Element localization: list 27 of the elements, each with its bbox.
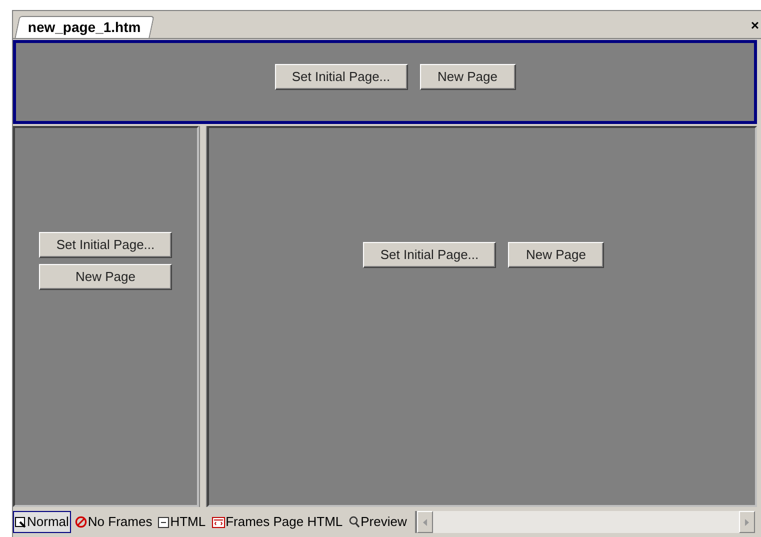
page-button[interactable]: Set Initial Page... [363,242,496,268]
close-button[interactable]: × [750,18,759,32]
right-arrow-icon [745,518,749,526]
page-button[interactable]: Set Initial Page... [274,64,408,90]
scroll-left-button[interactable] [416,511,433,533]
page-button[interactable]: Set Initial Page... [39,232,172,258]
magnifier-icon [348,516,360,528]
frame-panel[interactable]: Set Initial Page... New Page [13,40,757,124]
view-tab[interactable]: Normal [13,511,71,533]
view-tab[interactable]: Preview [346,511,409,533]
frame-panel[interactable]: Set Initial Page... New Page [207,126,757,507]
view-tab[interactable]: HTML [156,511,208,533]
page-button[interactable]: New Page [508,242,604,268]
left-arrow-icon [422,518,427,526]
page-icon [15,516,26,528]
document-tab[interactable]: new_page_1.htm [14,16,154,38]
horizontal-scrollbar[interactable] [414,511,755,533]
page-button[interactable]: New Page [39,264,172,290]
prohibited-icon [74,516,87,528]
view-tab[interactable]: Frames Page HTML [210,511,345,533]
document-icon [158,516,170,528]
frames-document-icon [212,516,225,528]
scroll-right-button[interactable] [739,511,755,533]
frame-panel[interactable]: Set Initial Page... New Page [13,126,199,507]
view-tab[interactable]: No Frames [72,511,154,533]
frame-splitter[interactable] [199,126,207,507]
page-button[interactable]: New Page [420,64,516,90]
